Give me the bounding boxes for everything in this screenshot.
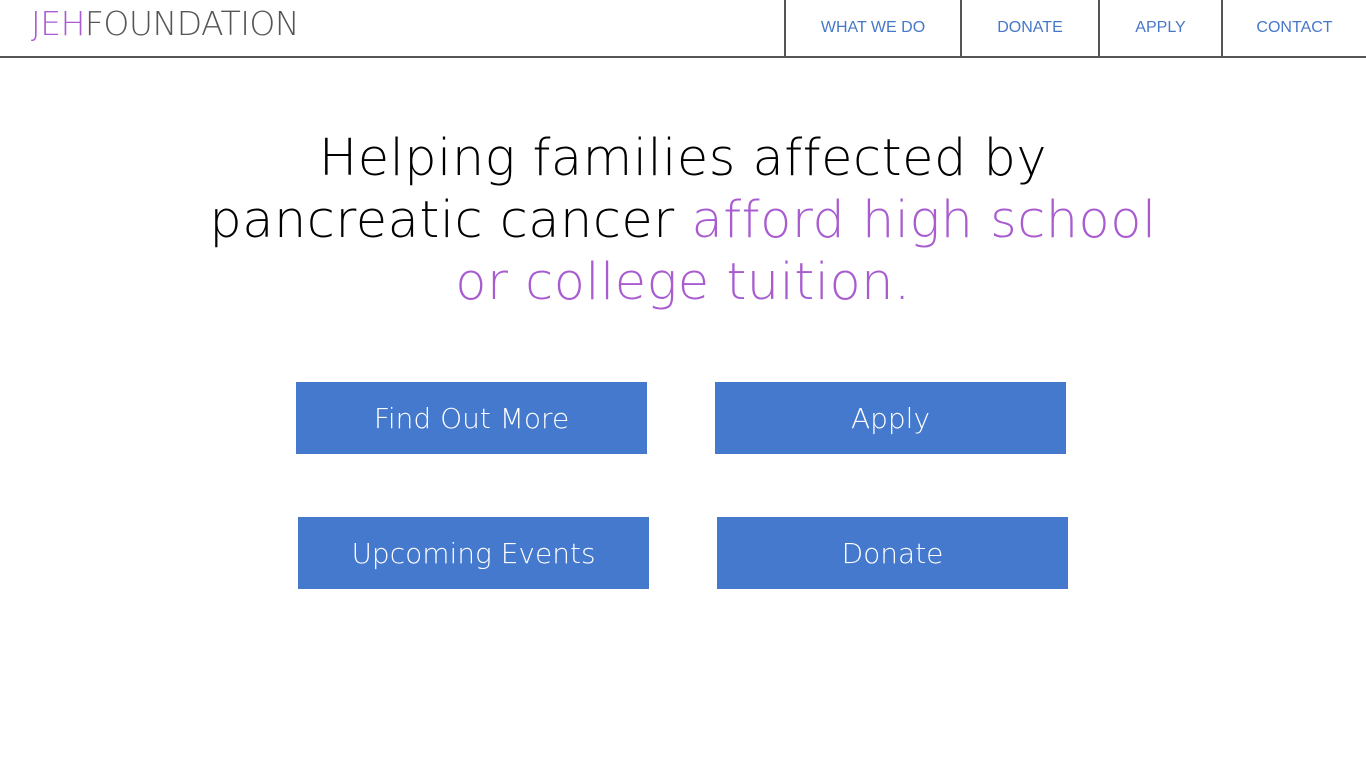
logo-accent-text: JEH xyxy=(31,4,85,43)
site-logo[interactable]: JEHFOUNDATION xyxy=(31,4,300,44)
nav-what-we-do[interactable]: WHAT WE DO xyxy=(784,0,960,56)
apply-button[interactable]: Apply xyxy=(715,382,1066,454)
nav-donate[interactable]: DONATE xyxy=(960,0,1098,56)
upcoming-events-button[interactable]: Upcoming Events xyxy=(298,517,649,589)
hero-headline: Helping families affected by pancreatic … xyxy=(183,128,1183,314)
logo-main-text: FOUNDATION xyxy=(84,4,300,43)
main-nav: WHAT WE DO DONATE APPLY CONTACT xyxy=(784,0,1366,56)
nav-contact[interactable]: CONTACT xyxy=(1221,0,1366,56)
find-out-more-button[interactable]: Find Out More xyxy=(296,382,647,454)
site-header: JEHFOUNDATION WHAT WE DO DONATE APPLY CO… xyxy=(0,0,1366,58)
donate-button[interactable]: Donate xyxy=(717,517,1068,589)
nav-apply[interactable]: APPLY xyxy=(1098,0,1221,56)
